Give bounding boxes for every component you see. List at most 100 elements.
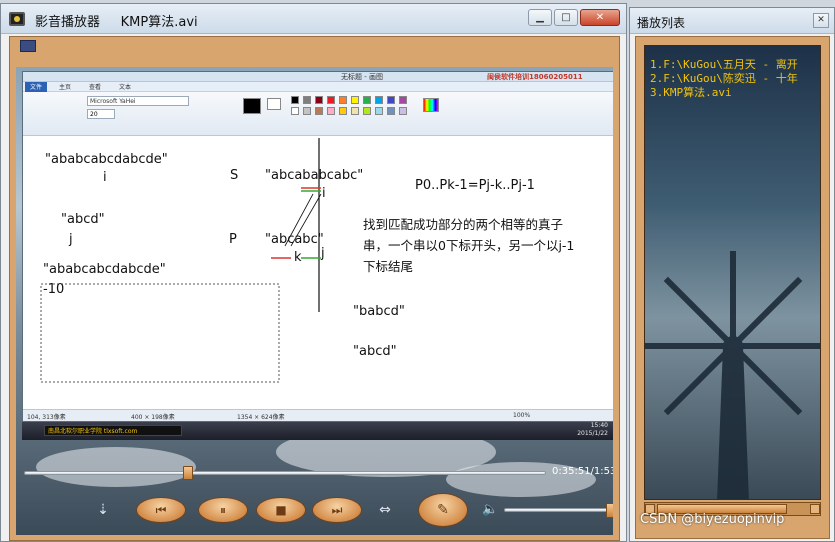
paint-statusbar: 104, 313像素 400 × 198像素 1354 × 624像素 100% [23,409,613,421]
seek-thumb[interactable] [183,466,194,480]
cloud-shape [36,447,196,487]
playlist-window: 播放列表 ✕ 1.F:\KuGou\五月天 - 离开 2.F:\KuGou\陈奕… [629,7,835,542]
previous-button[interactable]: ⏮ [136,497,186,523]
paint-titlebar: 无标题 - 画图 闽侯软件培训18060205011 [23,72,613,82]
playlist-toggle-button[interactable]: ✎ [418,493,468,527]
canvas-i-label2: i [322,186,326,201]
open-file-button[interactable]: ⇣ [92,501,114,519]
paint-canvas: "ababcabcdabcde" i S "abcababcabc" i P0.… [23,136,613,408]
volume-slider[interactable] [504,503,613,518]
edit-colors-icon [423,98,439,112]
paint-ribbon-tabs: 文件 主页 查看 文本 [23,82,613,92]
paint-banner: 闽侯软件培训18060205011 [487,73,583,81]
film-icon[interactable] [20,40,36,52]
minimize-button[interactable]: ▁ [528,9,552,26]
paint-ribbon: Microsoft YaHei 20 [23,92,613,136]
clock-time: 15:40 [590,422,608,429]
color-swatch [375,96,383,104]
color-swatch [303,107,311,115]
playlist-item[interactable]: 3.KMP算法.avi [650,84,732,100]
color-swatch [243,98,261,114]
canvas-p-compare: "abcabc" [265,232,324,247]
playlist-titlebar[interactable]: 播放列表 ✕ [630,8,834,34]
paint-tab-file: 文件 [25,82,47,92]
color-swatch [315,107,323,115]
status-zoom: 100% [513,412,531,419]
paint-tab-home: 主页 [59,84,72,91]
playlist-title: 播放列表 [637,16,686,30]
color-swatch [327,107,335,115]
canvas-j-label: j [69,232,73,247]
close-button[interactable]: ✕ [580,9,620,26]
color-swatch [291,107,299,115]
video-paint-frame: 无标题 - 画图 闽侯软件培训18060205011 文件 主页 查看 文本 M… [22,71,613,422]
selection-rect [40,283,280,383]
seek-bar[interactable] [24,466,546,480]
color-swatch [303,96,311,104]
canvas-note: 找到匹配成功部分的两个相等的真子串，一个串以0下标开头，另一个以j-1下标结尾 [363,217,575,274]
paint-doc-title: 无标题 - 画图 [341,73,383,81]
scroll-right-button[interactable] [810,504,820,514]
status-canvas-size: 1354 × 624像素 [237,414,285,421]
watermark: CSDN @biyezuopinvip [640,512,785,527]
canvas-babcd: "babcd" [353,304,405,319]
pause-button[interactable]: ⏸ [198,497,248,523]
status-cursor: 104, 313像素 [27,414,66,421]
color-swatch [399,107,407,115]
canvas-p-label: P [229,232,237,247]
canvas-s-compare: "abcababcabc" [265,168,364,183]
paint-tab-text: 文本 [119,84,132,91]
playlist-list: 1.F:\KuGou\五月天 - 离开 2.F:\KuGou\陈奕迅 - 十年 … [644,45,821,500]
time-readout: 0:35:51/1:53: [552,466,613,477]
canvas-formula: P0..Pk-1=Pj-k..Pj-1 [415,178,535,193]
canvas-k-label: k [294,250,302,265]
color-swatch [339,107,347,115]
next-button[interactable]: ⏭ [312,497,362,523]
desktop: 影音播放器 KMP算法.avi ▁ □ ✕ 无标题 - 画图 闽侯软件培训180… [0,0,835,542]
taskbar-tip: 南昌北软尔职业学院 tlxsoft.com [44,425,182,436]
canvas-p-string: "abcd" [61,212,105,227]
status-selection: 400 × 198像素 [131,414,175,421]
canvas-neg-ten: -10 [43,282,65,297]
player-title: 影音播放器 KMP算法.avi [35,15,198,30]
canvas-abcd2: "abcd" [353,344,397,359]
player-app-icon [9,12,25,26]
color-swatch [399,96,407,104]
windmill-graphic [645,251,820,499]
volume-icon[interactable]: 🔈 [482,502,498,517]
color-swatch [363,96,371,104]
volume-thumb[interactable] [605,503,613,518]
maximize-button[interactable]: □ [554,9,578,26]
color-swatch [351,107,359,115]
player-body: 无标题 - 画图 闽侯软件培训18060205011 文件 主页 查看 文本 M… [9,36,620,541]
paint-tab-view: 查看 [89,84,102,91]
window-controls: ▁ □ ✕ [528,9,620,26]
paint-font-size: 20 [87,109,115,119]
canvas-s-label: S [230,168,239,183]
color-swatch [267,98,281,110]
color-swatch [387,96,395,104]
color-swatch [315,96,323,104]
taskbar-clock: 15:40 2015/1/22 [577,422,608,438]
color-swatch [327,96,335,104]
stop-button[interactable]: ■ [256,497,306,523]
player-window: 影音播放器 KMP算法.avi ▁ □ ✕ 无标题 - 画图 闽侯软件培训180… [0,3,627,542]
color-swatch [339,96,347,104]
video-area[interactable]: 无标题 - 画图 闽侯软件培训18060205011 文件 主页 查看 文本 M… [16,67,613,535]
clock-date: 2015/1/22 [577,430,608,437]
canvas-j-label2: j [321,246,325,261]
paint-font-name: Microsoft YaHei [87,96,189,106]
video-taskbar: 南昌北软尔职业学院 tlxsoft.com 15:40 2015/1/22 [22,422,613,440]
canvas-s-string2: "ababcabcdabcde" [43,262,166,277]
color-swatch [363,107,371,115]
canvas-i-label: i [103,170,107,185]
player-titlebar[interactable]: 影音播放器 KMP算法.avi ▁ □ ✕ [1,4,626,34]
playlist-frame: 1.F:\KuGou\五月天 - 离开 2.F:\KuGou\陈奕迅 - 十年 … [635,36,830,539]
color-swatch [291,96,299,104]
playlist-close-button[interactable]: ✕ [813,13,829,28]
canvas-s-string: "ababcabcdabcde" [45,152,168,167]
fullscreen-button[interactable]: ⇔ [374,501,396,519]
color-swatch [387,107,395,115]
color-swatch [375,107,383,115]
color-swatch [351,96,359,104]
